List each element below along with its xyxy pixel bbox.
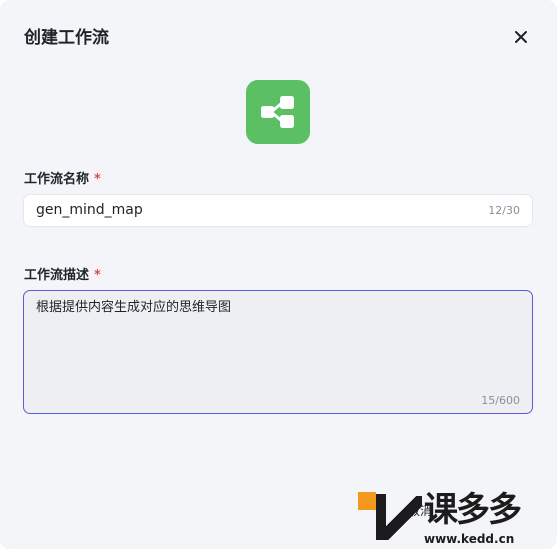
workflow-node-graphic: [261, 96, 294, 128]
watermark-k-arm: [386, 496, 422, 540]
name-field-label: 工作流名称 *: [24, 171, 101, 189]
watermark-brand: 课多多: [424, 490, 522, 530]
desc-label-text: 工作流描述: [24, 268, 90, 283]
desc-char-counter: 15/600: [481, 394, 520, 407]
create-workflow-dialog: 创建工作流 工作流名称 * 12/30 工作流描述 * 根据提供内容生成对应的思维导…: [0, 0, 557, 549]
desc-field-label: 工作流描述 *: [24, 267, 101, 285]
name-field[interactable]: 12/30: [23, 194, 533, 227]
description-text[interactable]: 根据提供内容生成对应的思维导图: [36, 299, 516, 317]
name-label-text: 工作流名称: [24, 172, 90, 187]
close-button[interactable]: [508, 24, 534, 50]
watermark-url: www.kedd.cn: [424, 532, 515, 546]
dialog-title: 创建工作流: [24, 28, 109, 48]
name-char-counter: 12/30: [488, 204, 520, 217]
watermark-k-mark: [358, 492, 376, 510]
watermark-logo: 课多多 www.kedd.cn: [356, 486, 557, 549]
required-mark: *: [94, 268, 101, 283]
workflow-icon[interactable]: [246, 80, 310, 144]
watermark-k-stem: [376, 494, 386, 540]
name-input[interactable]: [36, 195, 456, 226]
close-icon: [515, 31, 527, 43]
description-textarea[interactable]: 根据提供内容生成对应的思维导图 15/600: [23, 290, 533, 414]
required-mark: *: [94, 172, 101, 187]
